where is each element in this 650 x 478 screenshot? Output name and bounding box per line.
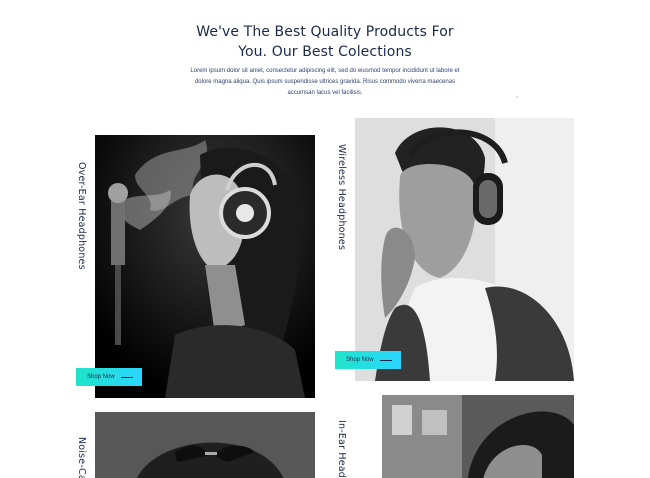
wireless-shop-now-button[interactable]: Shop Now [335,351,401,369]
wireless-product-image[interactable] [355,118,574,381]
description-line-3: accumsan lacus vel facilisis. [287,90,363,96]
person-with-hood-photo [382,395,574,478]
section-description: Lorem ipsum dolor sit amet, consectetur … [178,66,472,99]
wireless-label[interactable]: Wireless Headphones [336,144,347,250]
over-ear-label[interactable]: Over-Ear Headphones [76,162,87,270]
decorative-dot [516,96,518,98]
noise-cancelling-product-image[interactable] [95,412,315,478]
arrow-right-line-icon [120,376,133,378]
shop-now-label: Shop Now [346,357,374,363]
arrow-right-line-icon [379,359,392,361]
section-heading: We've The Best Quality Products For You.… [150,22,500,62]
noise-cancelling-label[interactable]: Noise-Ca [76,437,87,478]
heading-line-1: We've The Best Quality Products For [196,24,454,40]
shop-now-label: Shop Now [87,374,115,380]
in-ear-product-image[interactable] [382,395,574,478]
over-ear-product-image[interactable] [95,135,315,398]
in-ear-label[interactable]: In-Ear Head [336,420,347,478]
person-with-sunglasses-photo [95,412,315,478]
over-ear-shop-now-button[interactable]: Shop Now [76,368,142,386]
man-with-headphones-photo [355,118,574,381]
collections-section: We've The Best Quality Products For You.… [0,0,650,478]
description-line-1: Lorem ipsum dolor sit amet, consectetur … [190,68,460,74]
heading-line-2: You. Our Best Colections [238,44,412,60]
singer-with-headphones-photo [95,135,315,398]
description-line-2: dolore magna aliqua. Quis ipsum suspendi… [194,79,456,85]
